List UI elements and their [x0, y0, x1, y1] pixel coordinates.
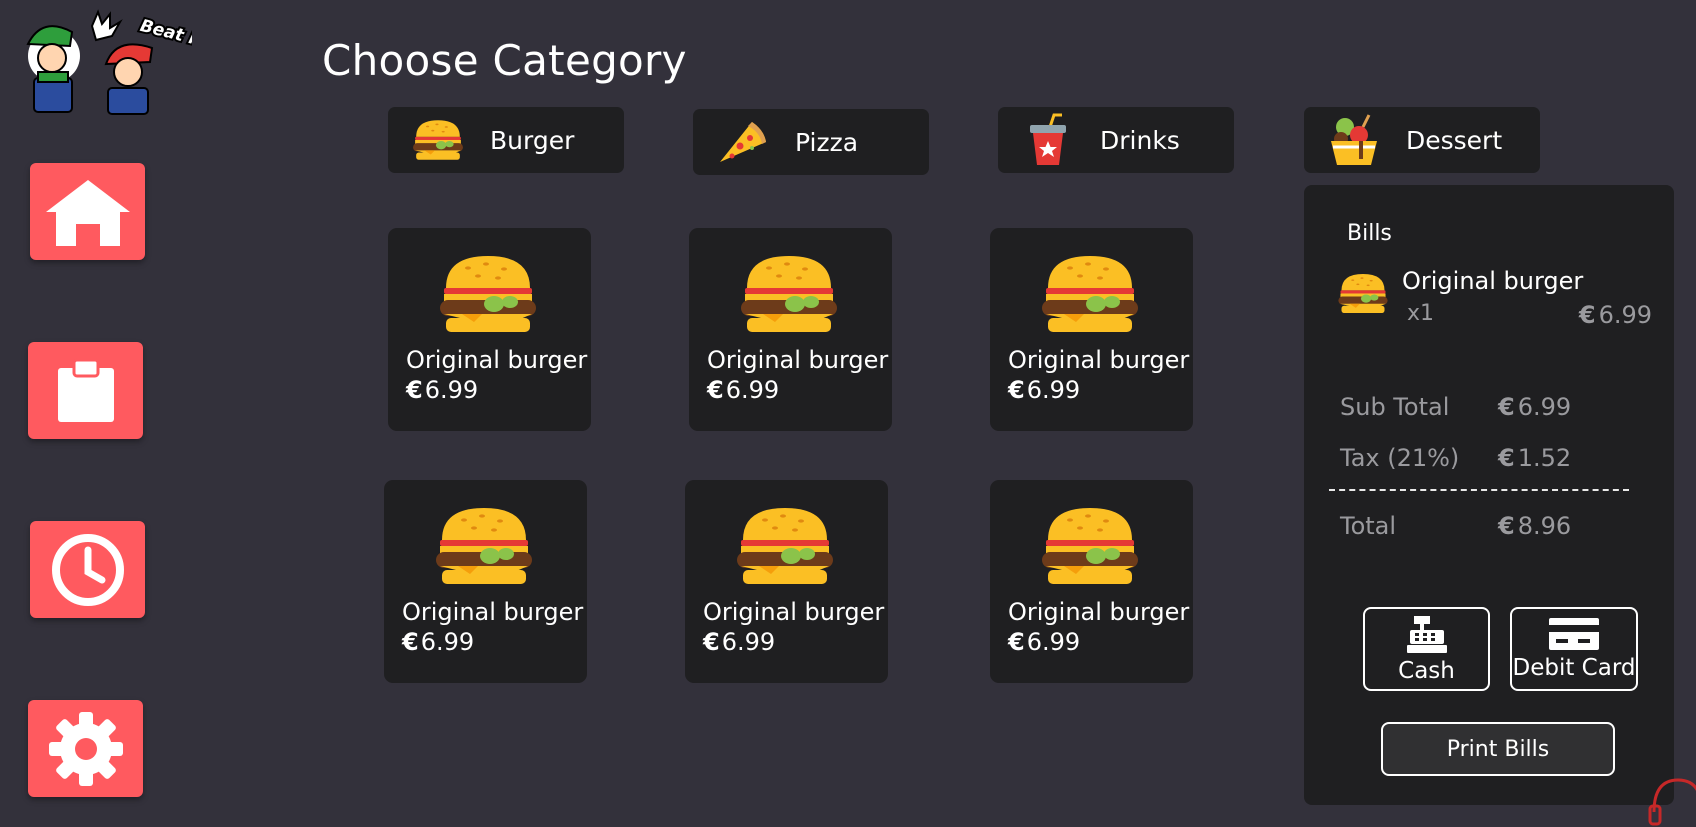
tax-label: Tax (21%) [1340, 444, 1460, 472]
bills-panel: Bills Original burger x1 €6.99 Sub Total… [1304, 185, 1674, 805]
product-price: €6.99 [703, 628, 776, 656]
tax-value: €1.52 [1498, 444, 1572, 472]
category-label: Drinks [1100, 125, 1180, 155]
headset-icon[interactable] [1648, 772, 1696, 827]
burger-image [1337, 273, 1389, 315]
product-card[interactable]: Original burger €6.99 [384, 480, 587, 683]
product-price: €6.99 [1008, 376, 1081, 404]
product-price: €6.99 [1008, 628, 1081, 656]
category-tab-drinks[interactable]: Drinks [998, 107, 1234, 173]
product-card[interactable]: Original burger €6.99 [990, 480, 1193, 683]
nav-history-button[interactable] [30, 521, 145, 618]
dessert-icon [1324, 112, 1384, 168]
subtotal-value: €6.99 [1498, 393, 1572, 421]
product-price: €6.99 [406, 376, 479, 404]
print-bills-button[interactable]: Print Bills [1381, 722, 1615, 776]
product-name: Original burger [406, 346, 588, 374]
burger-image [1040, 254, 1140, 336]
burger-image [739, 254, 839, 336]
total-value: €8.96 [1498, 512, 1572, 540]
total-label: Total [1340, 512, 1397, 540]
burger-image [735, 506, 835, 588]
clipboard-icon [57, 358, 114, 422]
nav-settings-button[interactable] [28, 700, 143, 797]
product-card[interactable]: Original burger €6.99 [685, 480, 888, 683]
category-tab-pizza[interactable]: Pizza [693, 109, 929, 175]
cash-button[interactable]: Cash [1363, 607, 1490, 691]
bill-item-quantity: x1 [1407, 301, 1435, 326]
burger-icon [408, 112, 468, 168]
category-label: Pizza [795, 127, 859, 157]
product-price: €6.99 [707, 376, 780, 404]
debit-card-button[interactable]: Debit Card [1510, 607, 1638, 691]
cash-register-icon [1406, 616, 1447, 653]
burger-image [438, 254, 538, 336]
home-icon [45, 179, 130, 246]
product-name: Original burger [402, 598, 584, 626]
divider [1329, 489, 1629, 491]
product-price: €6.99 [402, 628, 475, 656]
bill-item-price: €6.99 [1578, 301, 1652, 329]
bills-title: Bills [1347, 221, 1392, 246]
product-name: Original burger [703, 598, 885, 626]
cash-label: Cash [1398, 658, 1455, 684]
product-card[interactable]: Original burger €6.99 [689, 228, 892, 431]
gear-icon [48, 711, 123, 786]
category-label: Dessert [1406, 125, 1503, 155]
category-tab-dessert[interactable]: Dessert [1304, 107, 1540, 173]
product-name: Original burger [1008, 598, 1190, 626]
drink-icon [1018, 112, 1078, 168]
debit-card-label: Debit Card [1512, 655, 1636, 681]
product-name: Original burger [707, 346, 889, 374]
product-card[interactable]: Original burger €6.99 [990, 228, 1193, 431]
category-label: Burger [490, 125, 575, 155]
app-logo: Beat it! [12, 6, 214, 116]
clock-icon [51, 533, 124, 606]
product-card[interactable]: Original burger €6.99 [388, 228, 591, 431]
product-name: Original burger [1008, 346, 1190, 374]
bill-item-name: Original burger [1402, 267, 1584, 295]
credit-card-icon [1549, 618, 1599, 650]
pizza-icon [713, 114, 773, 170]
nav-home-button[interactable] [30, 163, 145, 260]
page-title: Choose Category [322, 36, 687, 85]
nav-orders-button[interactable] [28, 342, 143, 439]
subtotal-label: Sub Total [1340, 393, 1450, 421]
category-tab-burger[interactable]: Burger [388, 107, 624, 173]
burger-image [1040, 506, 1140, 588]
burger-image [434, 506, 534, 588]
